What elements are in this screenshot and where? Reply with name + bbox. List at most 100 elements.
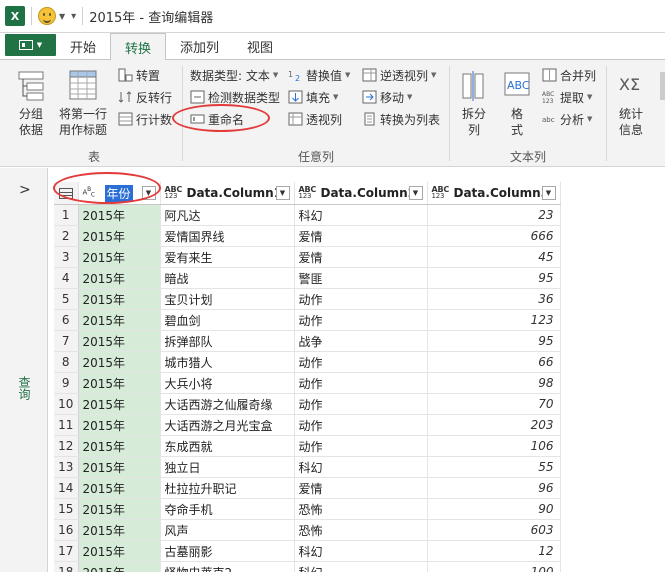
cell-data-column1[interactable]: 爱情国界线 — [160, 225, 295, 247]
cell-year[interactable]: 2015年 — [78, 393, 161, 415]
transpose-button[interactable]: 转置 — [118, 65, 160, 85]
cell-data-column2[interactable]: 科幻 — [294, 204, 428, 226]
row-number[interactable]: 18 — [54, 561, 79, 572]
clipped-ribbon-button[interactable] — [660, 72, 665, 100]
cell-year[interactable]: 2015年 — [78, 435, 161, 457]
rename-button[interactable]: 重命名 — [190, 109, 244, 129]
detect-data-type-button[interactable]: 检测数据类型 — [190, 87, 280, 107]
cell-data-column1[interactable]: 东成西就 — [160, 435, 295, 457]
cell-data-column1[interactable]: 爱有来生 — [160, 246, 295, 268]
cell-data-column3[interactable]: 203 — [427, 414, 561, 436]
reverse-rows-button[interactable]: 反转行 — [118, 87, 172, 107]
cell-data-column1[interactable]: 杜拉拉升职记 — [160, 477, 295, 499]
cell-year[interactable]: 2015年 — [78, 561, 161, 572]
row-number[interactable]: 14 — [54, 477, 79, 499]
cell-data-column3[interactable]: 95 — [427, 267, 561, 289]
cell-data-column1[interactable]: 暗战 — [160, 267, 295, 289]
cell-year[interactable]: 2015年 — [78, 288, 161, 310]
convert-to-list-button[interactable]: 转换为列表 — [362, 109, 440, 129]
cell-data-column3[interactable]: 603 — [427, 519, 561, 541]
extract-button[interactable]: ABC 123 提取 ▼ — [542, 87, 592, 107]
feedback-dropdown-icon[interactable]: ▼ — [59, 12, 65, 21]
cell-data-column3[interactable]: 96 — [427, 477, 561, 499]
table-row[interactable]: 17 2015年 古墓丽影 科幻 12 — [54, 540, 561, 562]
cell-data-column2[interactable]: 恐怖 — [294, 498, 428, 520]
format-button[interactable]: ABC 格 式 — [498, 68, 536, 138]
cell-data-column1[interactable]: 拆弹部队 — [160, 330, 295, 352]
row-number[interactable]: 5 — [54, 288, 79, 310]
cell-data-column1[interactable]: 大兵小将 — [160, 372, 295, 394]
cell-data-column1[interactable]: 大话西游之仙履奇缘 — [160, 393, 295, 415]
row-number[interactable]: 11 — [54, 414, 79, 436]
table-row[interactable]: 12 2015年 东成西就 动作 106 — [54, 435, 561, 457]
quick-access-customize-icon[interactable]: ▾ — [71, 11, 76, 22]
fill-button[interactable]: 填充 ▼ — [288, 87, 338, 107]
cell-data-column2[interactable]: 动作 — [294, 393, 428, 415]
table-row[interactable]: 13 2015年 独立日 科幻 55 — [54, 456, 561, 478]
parse-button[interactable]: abc 分析 ▼ — [542, 109, 592, 129]
cell-data-column3[interactable]: 123 — [427, 309, 561, 331]
row-number[interactable]: 7 — [54, 330, 79, 352]
cell-data-column1[interactable]: 夺命手机 — [160, 498, 295, 520]
column-header-data-column1[interactable]: ABC 123 Data.Column1 ▼ — [160, 182, 295, 205]
cell-data-column2[interactable]: 动作 — [294, 414, 428, 436]
table-row[interactable]: 7 2015年 拆弹部队 战争 95 — [54, 330, 561, 352]
data-type-dropdown[interactable]: 数据类型: 文本 ▼ — [190, 65, 278, 85]
row-number[interactable]: 3 — [54, 246, 79, 268]
table-row[interactable]: 10 2015年 大话西游之仙履奇缘 动作 70 — [54, 393, 561, 415]
tab-home[interactable]: 开始 — [56, 33, 110, 59]
feedback-smiley-icon[interactable] — [38, 7, 56, 25]
row-number[interactable]: 10 — [54, 393, 79, 415]
row-number[interactable]: 2 — [54, 225, 79, 247]
row-number[interactable]: 4 — [54, 267, 79, 289]
row-number[interactable]: 12 — [54, 435, 79, 457]
cell-data-column1[interactable]: 风声 — [160, 519, 295, 541]
table-row[interactable]: 2 2015年 爱情国界线 爱情 666 — [54, 225, 561, 247]
cell-data-column1[interactable]: 阿凡达 — [160, 204, 295, 226]
cell-data-column3[interactable]: 70 — [427, 393, 561, 415]
cell-data-column3[interactable]: 100 — [427, 561, 561, 572]
cell-year[interactable]: 2015年 — [78, 351, 161, 373]
statistics-button[interactable]: XΣ 统计 信息 — [612, 68, 650, 138]
table-row[interactable]: 11 2015年 大话西游之月光宝盒 动作 203 — [54, 414, 561, 436]
cell-data-column1[interactable]: 大话西游之月光宝盒 — [160, 414, 295, 436]
table-row[interactable]: 9 2015年 大兵小将 动作 98 — [54, 372, 561, 394]
group-by-button[interactable]: 分组 依据 — [10, 68, 52, 138]
split-column-button[interactable]: 拆分 列 — [455, 68, 493, 138]
cell-year[interactable]: 2015年 — [78, 372, 161, 394]
cell-data-column3[interactable]: 90 — [427, 498, 561, 520]
cell-data-column3[interactable]: 106 — [427, 435, 561, 457]
column-name-year[interactable]: 年份 — [104, 184, 133, 202]
replace-values-button[interactable]: 12 替换值 ▼ — [288, 65, 350, 85]
table-options-corner[interactable] — [54, 182, 79, 205]
table-row[interactable]: 5 2015年 宝贝计划 动作 36 — [54, 288, 561, 310]
cell-data-column2[interactable]: 科幻 — [294, 540, 428, 562]
cell-data-column2[interactable]: 动作 — [294, 372, 428, 394]
cell-data-column2[interactable]: 动作 — [294, 435, 428, 457]
column-filter-dropdown-icon[interactable]: ▼ — [275, 186, 290, 200]
cell-data-column3[interactable]: 45 — [427, 246, 561, 268]
table-row[interactable]: 1 2015年 阿凡达 科幻 23 — [54, 204, 561, 226]
queries-pane-label[interactable]: 查询 — [16, 376, 33, 400]
cell-data-column2[interactable]: 爱情 — [294, 477, 428, 499]
cell-data-column3[interactable]: 95 — [427, 330, 561, 352]
cell-data-column2[interactable]: 爱情 — [294, 225, 428, 247]
cell-year[interactable]: 2015年 — [78, 498, 161, 520]
column-filter-dropdown-icon[interactable]: ▼ — [141, 186, 156, 200]
table-row[interactable]: 6 2015年 碧血剑 动作 123 — [54, 309, 561, 331]
cell-data-column1[interactable]: 碧血剑 — [160, 309, 295, 331]
cell-year[interactable]: 2015年 — [78, 330, 161, 352]
unpivot-columns-button[interactable]: 逆透视列 ▼ — [362, 65, 436, 85]
table-row[interactable]: 4 2015年 暗战 警匪 95 — [54, 267, 561, 289]
file-menu-button[interactable]: ▼ — [5, 34, 56, 56]
cell-data-column1[interactable]: 宝贝计划 — [160, 288, 295, 310]
cell-data-column1[interactable]: 怪物史莱克2 — [160, 561, 295, 572]
cell-data-column2[interactable]: 科幻 — [294, 456, 428, 478]
tab-add-column[interactable]: 添加列 — [166, 33, 233, 59]
cell-data-column2[interactable]: 恐怖 — [294, 519, 428, 541]
table-row[interactable]: 182015年怪物史莱克2科幻100 — [54, 561, 561, 572]
column-filter-dropdown-icon[interactable]: ▼ — [408, 186, 423, 200]
text-type-icon[interactable]: ABC — [83, 187, 103, 200]
table-row[interactable]: 16 2015年 风声 恐怖 603 — [54, 519, 561, 541]
count-rows-button[interactable]: 行计数 — [118, 109, 172, 129]
